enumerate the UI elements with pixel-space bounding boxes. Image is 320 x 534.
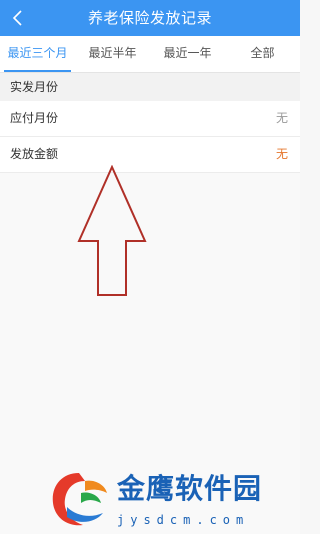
watermark-url: jysdcm.com [117,513,250,527]
tab-last-year[interactable]: 最近一年 [150,36,225,72]
row-value: 无 [275,147,288,161]
row-payable-month: 应付月份 无 [0,101,300,137]
row-label: 发放金额 [10,147,59,161]
watermark-brand: 金鹰软件园 [117,472,263,505]
title-bar: 养老保险发放记录 [0,0,300,36]
eagle-logo-icon [52,473,107,526]
watermark: 金鹰软件园 jysdcm.com [45,463,295,533]
section-header-paid-month: 实发月份 [0,73,300,101]
tab-last-3-months[interactable]: 最近三个月 [0,36,75,72]
up-arrow-annotation-icon [77,165,147,296]
period-tabs: 最近三个月 最近半年 最近一年 全部 [0,36,300,73]
row-value: 无 [275,111,288,125]
tab-all[interactable]: 全部 [225,36,300,72]
row-label: 应付月份 [10,111,59,125]
page-title: 养老保险发放记录 [87,9,212,27]
tab-last-half-year[interactable]: 最近半年 [75,36,150,72]
row-payment-amount: 发放金额 无 [0,137,300,173]
